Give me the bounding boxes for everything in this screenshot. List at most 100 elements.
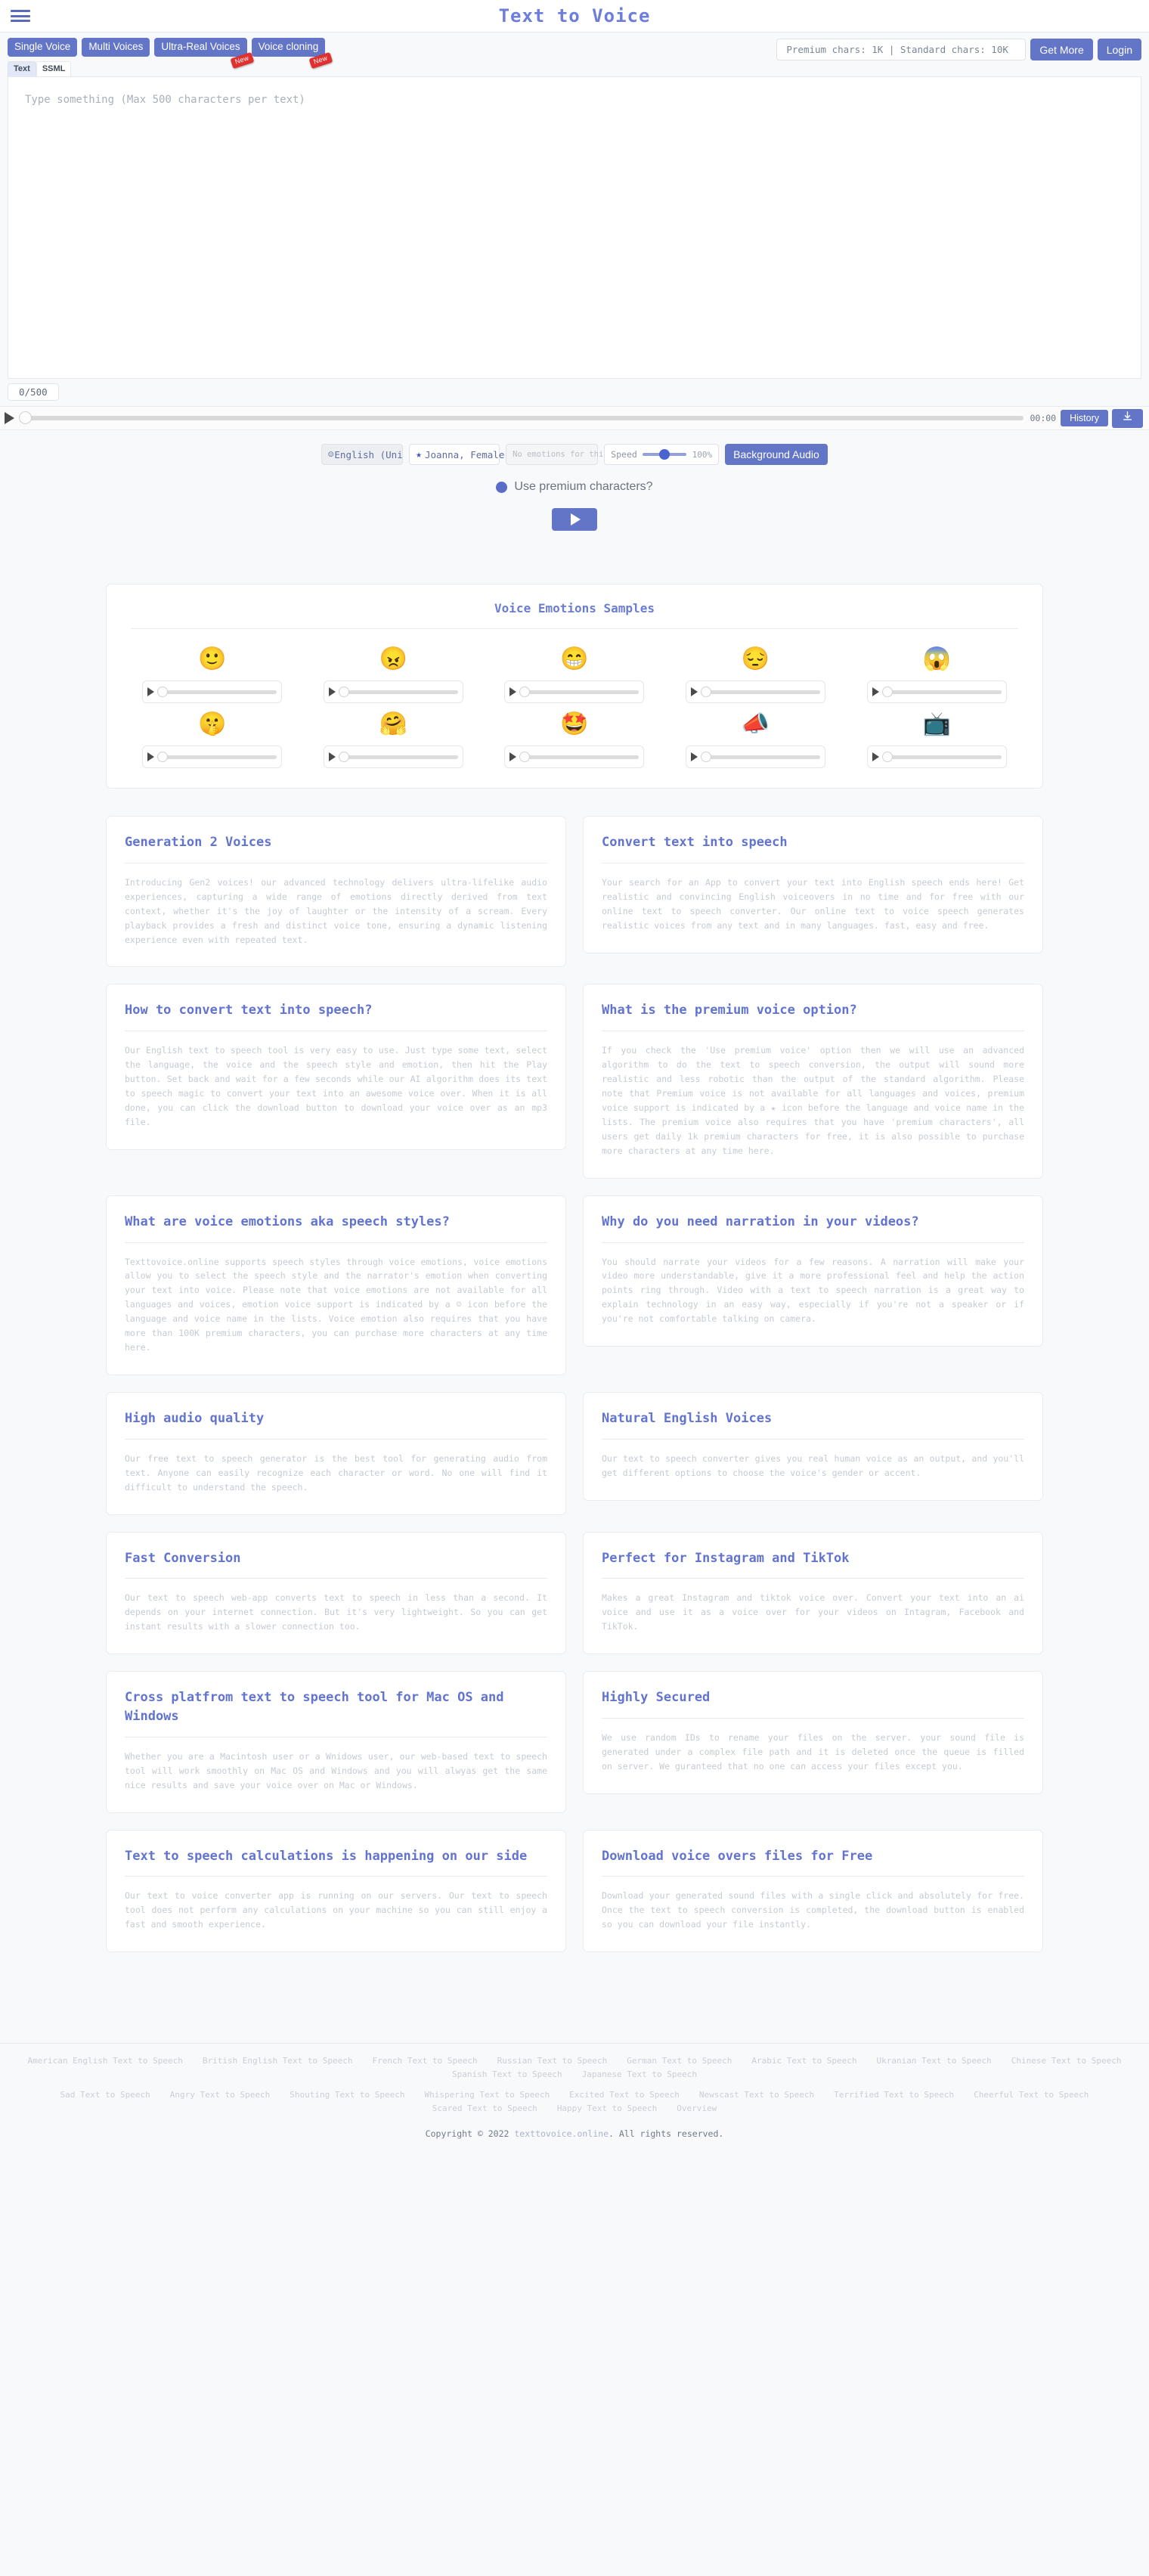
footer-emotion-links: Sad Text to Speech Angry Text to Speech …: [11, 2090, 1138, 2113]
tab-single-voice[interactable]: Single Voice: [8, 38, 78, 57]
footer-language-links: American English Text to Speech British …: [11, 2056, 1138, 2079]
play-icon[interactable]: [328, 752, 336, 761]
footer-link[interactable]: British English Text to Speech: [203, 2056, 353, 2066]
play-icon[interactable]: [509, 752, 517, 761]
character-counter: 0/500: [8, 383, 59, 401]
voice-select[interactable]: ★ Joanna, Female ▾: [409, 444, 512, 465]
footer-link[interactable]: American English Text to Speech: [28, 2056, 183, 2066]
footer-link[interactable]: Overview: [677, 2103, 717, 2113]
footer-link[interactable]: Whispering Text to Speech: [425, 2090, 550, 2100]
play-icon[interactable]: [328, 687, 336, 696]
play-icon[interactable]: [872, 687, 879, 696]
footer-link[interactable]: Sad Text to Speech: [60, 2090, 150, 2100]
footer-link[interactable]: Excited Text to Speech: [569, 2090, 680, 2100]
play-icon[interactable]: [691, 687, 698, 696]
footer-link[interactable]: Ukranian Text to Speech: [876, 2056, 991, 2066]
audio-progress-slider[interactable]: [519, 751, 640, 762]
info-card: Text to speech calculations is happening…: [106, 1829, 566, 1953]
play-icon[interactable]: [872, 752, 879, 761]
slider-knob[interactable]: [157, 751, 169, 762]
info-card: Generation 2 Voices Introducing Gen2 voi…: [106, 816, 566, 968]
login-button[interactable]: Login: [1097, 39, 1141, 60]
play-icon[interactable]: [509, 687, 517, 696]
site-link[interactable]: texttovoice.online: [514, 2128, 609, 2139]
emotion-sample-player[interactable]: [866, 680, 1007, 703]
generate-row: [0, 508, 1149, 531]
footer-link[interactable]: Spanish Text to Speech: [452, 2069, 562, 2079]
audio-progress-slider[interactable]: [157, 751, 277, 762]
emotion-sample-player[interactable]: [686, 680, 826, 703]
premium-characters-checkbox[interactable]: [496, 481, 508, 493]
audio-player-bar: 00:00 History: [0, 406, 1149, 430]
audio-progress-slider[interactable]: [19, 411, 1024, 424]
play-icon[interactable]: [147, 687, 155, 696]
emotion-sample-player[interactable]: [142, 680, 283, 703]
history-button[interactable]: History: [1061, 410, 1108, 426]
emotion-sample-player[interactable]: [142, 746, 283, 768]
speed-slider-knob[interactable]: [659, 449, 671, 460]
footer-link[interactable]: Newscast Text to Speech: [699, 2090, 814, 2100]
emotion-sample-player[interactable]: [686, 746, 826, 768]
footer-link[interactable]: Angry Text to Speech: [170, 2090, 270, 2100]
audio-progress-slider[interactable]: [157, 686, 277, 697]
footer-link[interactable]: Chinese Text to Speech: [1011, 2056, 1122, 2066]
slider-knob[interactable]: [701, 751, 712, 762]
emotion-sample-player[interactable]: [866, 746, 1007, 768]
audio-progress-slider[interactable]: [338, 751, 458, 762]
speed-slider[interactable]: [643, 449, 687, 460]
divider: [125, 1578, 547, 1579]
footer-link[interactable]: German Text to Speech: [627, 2056, 732, 2066]
footer-link[interactable]: Japanese Text to Speech: [582, 2069, 697, 2079]
audio-progress-slider[interactable]: [519, 686, 640, 697]
emotion-sample-player[interactable]: [504, 680, 645, 703]
slider-knob[interactable]: [338, 751, 349, 762]
slider-knob[interactable]: [519, 751, 531, 762]
slider-knob[interactable]: [19, 411, 32, 424]
play-icon[interactable]: [147, 752, 155, 761]
info-card: Cross platfrom text to speech tool for M…: [106, 1671, 566, 1813]
speed-label: Speed: [611, 449, 637, 460]
emotion-sample-player[interactable]: [323, 746, 463, 768]
tab-ultra-real-voices[interactable]: Ultra-Real Voices New: [154, 38, 255, 70]
get-more-button[interactable]: Get More: [1030, 39, 1093, 60]
footer-link[interactable]: Terrified Text to Speech: [834, 2090, 954, 2100]
emotion-sample-player[interactable]: [323, 680, 463, 703]
footer-link[interactable]: Shouting Text to Speech: [290, 2090, 404, 2100]
download-icon[interactable]: [1112, 408, 1143, 428]
audio-progress-slider[interactable]: [701, 686, 821, 697]
audio-progress-slider[interactable]: [881, 686, 1002, 697]
emotion-select[interactable]: No emotions for this voice ▾: [506, 444, 644, 465]
info-card-body: Our text to voice converter app is runni…: [125, 1890, 547, 1930]
subtab-ssml[interactable]: SSML: [36, 61, 72, 77]
text-input-area[interactable]: Type something (Max 500 characters per t…: [8, 76, 1141, 379]
slider-knob[interactable]: [881, 751, 893, 762]
slider-knob[interactable]: [519, 686, 531, 697]
footer-link[interactable]: Happy Text to Speech: [557, 2103, 657, 2113]
tab-voice-cloning[interactable]: Voice cloning New: [251, 38, 333, 70]
footer-link[interactable]: Cheerful Text to Speech: [974, 2090, 1089, 2100]
star-icon: ★: [416, 448, 422, 460]
audio-progress-slider[interactable]: [338, 686, 458, 697]
footer-link[interactable]: Scared Text to Speech: [432, 2103, 537, 2113]
audio-progress-slider[interactable]: [881, 751, 1002, 762]
audio-progress-slider[interactable]: [701, 751, 821, 762]
footer-link[interactable]: Arabic Text to Speech: [751, 2056, 856, 2066]
subtab-text[interactable]: Text: [8, 61, 36, 77]
info-card: Why do you need narration in your videos…: [583, 1195, 1043, 1347]
play-icon[interactable]: [5, 412, 14, 424]
background-audio-button[interactable]: Background Audio: [725, 444, 828, 465]
slider-knob[interactable]: [701, 686, 712, 697]
speed-control[interactable]: Speed 100%: [604, 444, 720, 465]
footer-link[interactable]: French Text to Speech: [373, 2056, 478, 2066]
language-select[interactable]: ☺ English (Unit ▾: [321, 444, 404, 465]
tab-multi-voices[interactable]: Multi Voices: [82, 38, 150, 57]
slider-knob[interactable]: [881, 686, 893, 697]
generate-speech-button[interactable]: [552, 508, 597, 531]
emotion-sample-player[interactable]: [504, 746, 645, 768]
divider: [131, 628, 1018, 629]
footer-link[interactable]: Russian Text to Speech: [497, 2056, 608, 2066]
slider-knob[interactable]: [338, 686, 349, 697]
slider-knob[interactable]: [157, 686, 169, 697]
play-icon[interactable]: [691, 752, 698, 761]
account-controls: Premium chars: 1K | Standard chars: 10K …: [776, 39, 1141, 60]
